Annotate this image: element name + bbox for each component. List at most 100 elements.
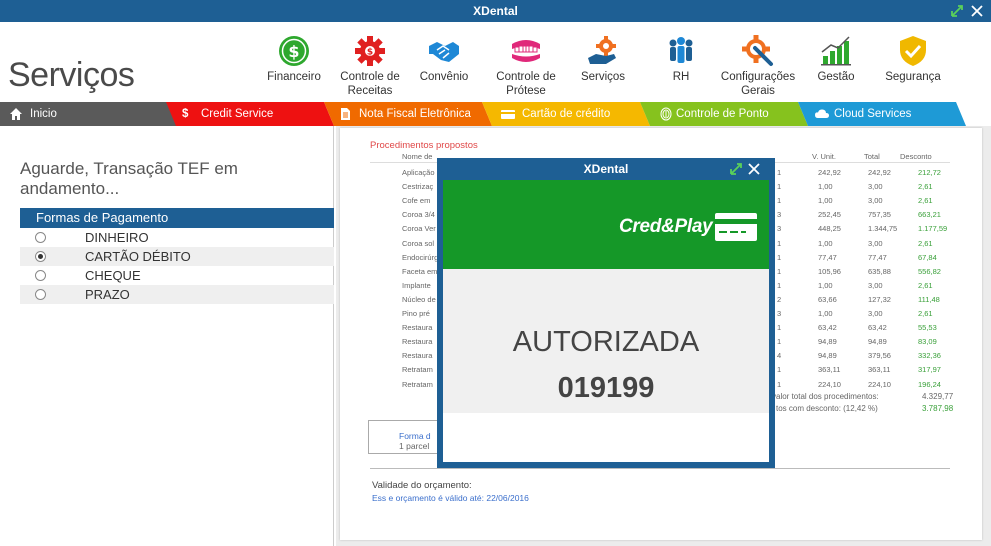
- table-cell-qty: 1: [777, 365, 782, 375]
- module-convenio[interactable]: Convênio: [402, 34, 486, 84]
- table-cell-unit: 1,00: [818, 182, 833, 192]
- service-gear-icon: [588, 36, 616, 64]
- module-rh[interactable]: RH: [639, 34, 723, 84]
- radio-button[interactable]: [35, 232, 46, 243]
- dollar-icon: $: [279, 36, 309, 66]
- module-controle-protese[interactable]: Controle de Prótese: [484, 34, 568, 98]
- tab-inicio[interactable]: Inicio: [0, 102, 180, 126]
- table-cell-disc: 556,82: [918, 266, 941, 276]
- dialog-title: XDental: [583, 162, 629, 176]
- table-cell-name: Cofe em: [402, 196, 431, 206]
- svg-text:$: $: [288, 42, 299, 61]
- payment-option-dinheiro[interactable]: DINHEIRO: [20, 228, 334, 247]
- table-cell-total: 3,00: [868, 238, 883, 248]
- table-cell-disc: 196,24: [918, 379, 941, 389]
- table-cell-disc: 55,53: [918, 323, 937, 333]
- table-cell-name: Coroa sol: [402, 238, 435, 248]
- brand-banner: Cred&Play: [443, 180, 769, 269]
- table-cell-unit: 77,47: [818, 252, 837, 262]
- table-cell-disc: 2,61: [918, 182, 933, 192]
- restore-icon[interactable]: [948, 2, 966, 20]
- table-cell-total: 3,00: [868, 280, 883, 290]
- dollar-sign-icon: $: [182, 108, 189, 120]
- authorization-dialog: XDental Cred&Play AUTORIZADA 019199: [437, 158, 775, 468]
- table-cell-unit: 242,92: [818, 168, 841, 177]
- header: Serviços $ Financeiro $ Controle de Rece…: [0, 22, 991, 102]
- tab-cartao-credito[interactable]: Cartão de crédito: [482, 102, 652, 126]
- table-cell-total: 379,56: [868, 351, 891, 361]
- table-cell-name: Implante: [402, 280, 431, 290]
- table-cell-total: 127,32: [868, 294, 891, 304]
- table-cell-total: 1.344,75: [868, 224, 898, 234]
- tab-credit-service[interactable]: $ Credit Service: [166, 102, 336, 126]
- people-icon: [669, 37, 693, 63]
- table-cell-unit: 105,96: [818, 266, 841, 276]
- authorization-code: 019199: [557, 372, 655, 404]
- table-cell-qty: 1: [777, 168, 782, 177]
- shield-icon: [900, 36, 926, 66]
- table-cell-disc: 663,21: [918, 210, 941, 220]
- payment-form-box: Forma d 1 parcel: [368, 420, 440, 454]
- table-cell-total: 242,92: [868, 168, 891, 177]
- window-title: XDental: [473, 4, 518, 18]
- table-cell-qty: 3: [777, 309, 782, 318]
- table-cell-disc: 2,61: [918, 238, 933, 248]
- payment-option-cheque[interactable]: CHEQUE: [20, 266, 334, 285]
- table-cell-name: Restaura: [402, 351, 433, 361]
- radio-button[interactable]: [35, 270, 46, 281]
- module-configuracoes-gerais[interactable]: Configurações Gerais: [716, 34, 800, 98]
- table-cell-name: Coroa 3/4: [402, 210, 435, 220]
- module-servicos[interactable]: Serviços: [561, 34, 645, 84]
- radio-button-selected[interactable]: [35, 251, 46, 262]
- radio-button[interactable]: [35, 289, 46, 300]
- close-icon[interactable]: [968, 2, 986, 20]
- table-cell-unit: 94,89: [818, 337, 837, 347]
- table-cell-qty: 1: [777, 196, 782, 206]
- table-cell-name: Endocirúrg: [402, 252, 439, 262]
- home-icon: [10, 108, 22, 120]
- tab-cloud-services[interactable]: Cloud Services: [798, 102, 970, 126]
- dialog-close-icon[interactable]: [745, 160, 763, 178]
- table-cell-name: Restaura: [402, 337, 433, 347]
- tab-bar: Inicio $ Credit Service Nota Fiscal Elet…: [0, 102, 991, 126]
- module-controle-receitas[interactable]: $ Controle de Receitas: [328, 34, 412, 98]
- table-cell-unit: 224,10: [818, 379, 841, 389]
- table-cell-qty: 1: [777, 182, 782, 192]
- table-cell-qty: 1: [777, 252, 782, 262]
- gear-icon: $: [355, 36, 385, 66]
- table-cell-disc: 2,61: [918, 196, 933, 206]
- payment-methods-header: Formas de Pagamento: [20, 208, 334, 228]
- table-cell-name: Núcleo de: [402, 294, 436, 304]
- validity-label: Validade do orçamento:: [372, 480, 472, 491]
- table-cell-unit: 1,00: [818, 238, 833, 248]
- table-cell-total: 3,00: [868, 196, 883, 206]
- table-cell-total: 224,10: [868, 379, 891, 389]
- brand-logo: Cred&Play: [619, 216, 713, 237]
- denture-icon: [512, 40, 540, 62]
- module-seguranca[interactable]: Segurança: [871, 34, 955, 84]
- credit-card-icon: [715, 213, 757, 241]
- authorization-status: AUTORIZADA: [512, 326, 700, 358]
- table-cell-disc: 67,84: [918, 252, 937, 262]
- payment-option-prazo[interactable]: PRAZO: [20, 285, 334, 304]
- left-panel: Aguarde, Transação TEF em andamento... F…: [0, 126, 334, 546]
- wrench-gear-icon: [742, 35, 773, 66]
- fingerprint-icon: [660, 107, 672, 121]
- cloud-icon: [815, 109, 829, 118]
- page-title: Serviços: [8, 56, 135, 94]
- table-cell-name: Faceta em: [402, 266, 438, 276]
- tab-nota-fiscal[interactable]: Nota Fiscal Eletrônica: [324, 102, 494, 126]
- table-cell-unit: 1,00: [818, 309, 833, 318]
- dialog-restore-icon[interactable]: [727, 160, 745, 178]
- module-financeiro[interactable]: $ Financeiro: [252, 34, 336, 84]
- tab-controle-ponto[interactable]: Controle de Ponto: [640, 102, 810, 126]
- title-bar: XDental: [0, 0, 991, 22]
- table-cell-disc: 2,61: [918, 309, 933, 318]
- payment-option-cartao-debito[interactable]: CARTÃO DÉBITO: [20, 247, 334, 266]
- table-cell-unit: 252,45: [818, 210, 841, 220]
- module-gestao[interactable]: Gestão: [794, 34, 878, 84]
- table-cell-unit: 63,42: [818, 323, 837, 333]
- table-cell-name: Pino pré: [402, 309, 430, 318]
- table-cell-qty: 1: [777, 379, 782, 389]
- table-cell-name: Cestrizaç: [402, 182, 434, 192]
